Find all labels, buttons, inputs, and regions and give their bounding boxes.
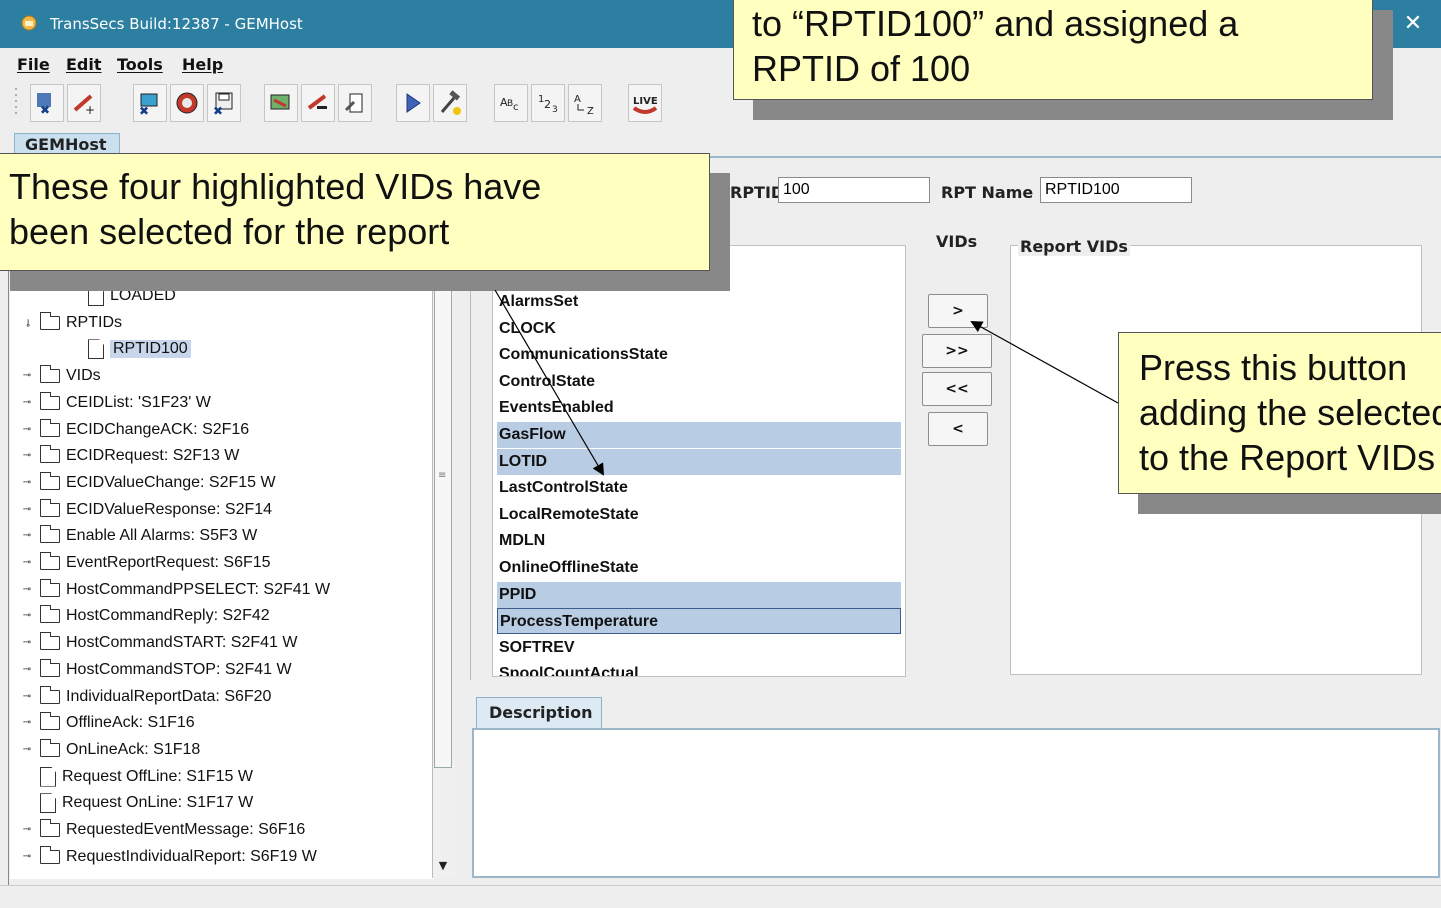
arrow-to-vids <box>494 289 605 476</box>
annotation-arrows <box>494 289 1119 476</box>
arrow-to-add-button <box>970 321 1119 404</box>
